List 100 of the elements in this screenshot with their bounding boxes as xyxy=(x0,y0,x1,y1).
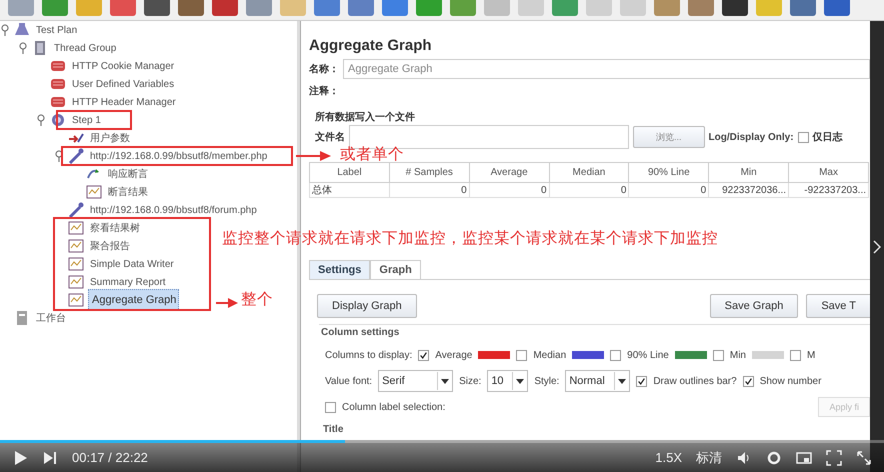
quality-button[interactable]: 标清 xyxy=(696,448,722,466)
tree-item[interactable]: http://192.168.0.99/bbsutf8/forum.php xyxy=(88,204,259,216)
checkbox[interactable] xyxy=(610,350,622,360)
toolbar-icon[interactable] xyxy=(246,0,272,16)
playback-time: 00:17 / 22:22 xyxy=(72,450,148,465)
toolbar-icon[interactable] xyxy=(314,0,340,16)
size-dropdown[interactable]: 10 xyxy=(487,370,528,392)
style-dropdown[interactable]: Normal xyxy=(565,370,630,392)
speed-button[interactable]: 1.5X xyxy=(655,450,682,465)
toolbar-icon[interactable] xyxy=(416,0,442,16)
fullscreen-icon[interactable] xyxy=(826,450,842,466)
toolbar-icon[interactable] xyxy=(484,0,510,16)
column-header[interactable]: # Samples xyxy=(389,162,470,182)
picture-in-picture-icon[interactable] xyxy=(796,450,812,466)
toolbar-icon[interactable] xyxy=(178,0,204,16)
table-cell: -922337203... xyxy=(788,182,868,198)
toolbar-icon[interactable] xyxy=(722,0,748,16)
checkbox-label: 仅日志 xyxy=(812,130,843,144)
progress-bar[interactable] xyxy=(0,440,884,443)
toolbar-icon[interactable] xyxy=(348,0,374,16)
tree-item[interactable]: Summary Report xyxy=(88,276,168,288)
toolbar-icon[interactable] xyxy=(144,0,170,16)
toolbar-icon[interactable] xyxy=(518,0,544,16)
toolbar-icon[interactable] xyxy=(688,0,714,16)
tree-item[interactable]: User Defined Variables xyxy=(70,78,176,90)
toolbar-icon[interactable] xyxy=(382,0,408,16)
column-header[interactable]: 90% Line xyxy=(628,162,709,182)
toolbar-icon[interactable] xyxy=(450,0,476,16)
tree-item[interactable]: Aggregate Graph xyxy=(88,289,180,311)
checkbox[interactable] xyxy=(798,132,809,142)
field-label: Style: xyxy=(534,376,560,386)
settings-icon[interactable] xyxy=(766,450,782,466)
tab[interactable]: Settings xyxy=(309,260,370,279)
checkbox[interactable] xyxy=(790,350,801,360)
play-icon[interactable] xyxy=(12,450,28,466)
checkbox-label: 90% Line xyxy=(627,350,669,360)
tree-item[interactable]: 察看结果树 xyxy=(88,221,142,235)
tab[interactable]: Graph xyxy=(370,260,421,279)
tree-item[interactable]: 用户参数 xyxy=(88,131,132,145)
listener-node-icon xyxy=(68,274,84,290)
expand-icon[interactable] xyxy=(856,450,872,466)
group-title: Column settings xyxy=(321,327,400,338)
sampler-node-icon xyxy=(68,148,84,164)
tree-item[interactable]: 工作台 xyxy=(34,311,68,325)
toolbar-icon[interactable] xyxy=(756,0,782,16)
checkbox[interactable] xyxy=(516,350,528,360)
column-header[interactable]: Average xyxy=(469,162,550,182)
tree-item[interactable]: HTTP Cookie Manager xyxy=(70,60,176,72)
expand-toggle-icon[interactable] xyxy=(54,150,64,162)
toolbar-icon[interactable] xyxy=(552,0,578,16)
annotation-text: 监控整个请求就在请求下加监控，监控某个请求就在某个请求下加监控 xyxy=(222,231,718,246)
save-table-button[interactable]: Save T xyxy=(806,294,870,318)
toolbar-icon[interactable] xyxy=(654,0,680,16)
display-graph-button[interactable]: Display Graph xyxy=(317,294,417,318)
toolbar-icon[interactable] xyxy=(110,0,136,16)
toolbar-icon[interactable] xyxy=(586,0,612,16)
toolbar-icon[interactable] xyxy=(620,0,646,16)
column-header[interactable]: Min xyxy=(708,162,789,182)
name-field[interactable]: Aggregate Graph xyxy=(343,59,870,79)
section-title: Title xyxy=(322,424,344,435)
tree-item[interactable]: 聚合报告 xyxy=(88,239,132,253)
config-node-icon xyxy=(50,58,66,74)
checkbox-label: Draw outlines bar? xyxy=(653,376,737,386)
tree-item[interactable]: Simple Data Writer xyxy=(88,258,176,270)
controller-node-icon xyxy=(50,112,66,128)
toolbar-icon[interactable] xyxy=(790,0,816,16)
next-icon[interactable] xyxy=(42,450,58,466)
toolbar-icon[interactable] xyxy=(280,0,306,16)
toolbar-icon[interactable] xyxy=(76,0,102,16)
toolbar-icon[interactable] xyxy=(824,0,850,16)
toolbar-icon[interactable] xyxy=(8,0,34,16)
tree-item[interactable]: 断言结果 xyxy=(106,185,150,199)
tree-item[interactable]: Thread Group xyxy=(52,42,118,54)
chevron-right-icon[interactable] xyxy=(873,240,881,254)
tree-item[interactable]: Test Plan xyxy=(34,24,80,36)
checkbox[interactable] xyxy=(325,402,336,412)
expand-toggle-icon[interactable] xyxy=(36,114,46,126)
tree-item[interactable]: 响应断言 xyxy=(106,167,150,181)
column-header[interactable]: Max xyxy=(788,162,868,182)
checkbox[interactable] xyxy=(712,350,724,360)
expand-toggle-icon[interactable] xyxy=(0,24,10,36)
thread-node-icon xyxy=(32,40,48,56)
checkbox[interactable] xyxy=(418,350,430,360)
checkbox[interactable] xyxy=(742,376,754,386)
toolbar-icon[interactable] xyxy=(212,0,238,16)
column-header[interactable]: Label xyxy=(310,162,390,182)
font-dropdown[interactable]: Serif xyxy=(378,370,454,392)
tree-item[interactable]: Step 1 xyxy=(70,114,103,126)
sampler-node-icon xyxy=(68,202,84,218)
toolbar-icon[interactable] xyxy=(42,0,68,16)
expand-toggle-icon[interactable] xyxy=(18,42,28,54)
listener-node-icon xyxy=(68,220,84,236)
save-graph-button[interactable]: Save Graph xyxy=(710,294,798,318)
tree-item[interactable]: HTTP Header Manager xyxy=(70,96,178,108)
checkbox[interactable] xyxy=(636,376,648,386)
column-header[interactable]: Median xyxy=(549,162,629,182)
tree-item[interactable]: http://192.168.0.99/bbsutf8/member.php xyxy=(88,150,270,162)
table-cell: 0 xyxy=(628,182,709,198)
field-label: 注释： xyxy=(309,84,339,98)
field-label: Columns to display: xyxy=(325,350,412,360)
